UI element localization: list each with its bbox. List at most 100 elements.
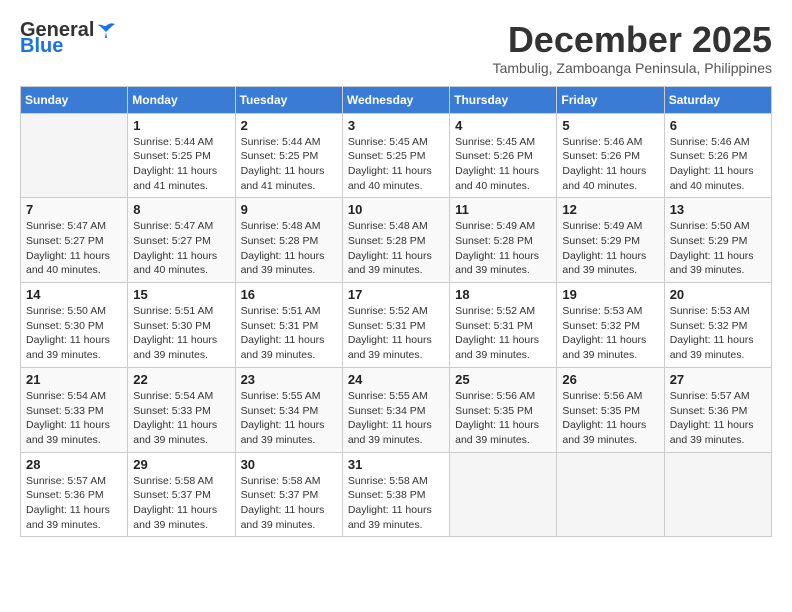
day-info: Sunrise: 5:53 AMSunset: 5:32 PMDaylight:… <box>562 304 658 363</box>
day-info: Sunrise: 5:56 AMSunset: 5:35 PMDaylight:… <box>455 389 551 448</box>
day-number: 27 <box>670 372 766 387</box>
day-info: Sunrise: 5:44 AMSunset: 5:25 PMDaylight:… <box>241 135 337 194</box>
day-number: 19 <box>562 287 658 302</box>
calendar-cell: 11 Sunrise: 5:49 AMSunset: 5:28 PMDayligh… <box>450 198 557 283</box>
day-info: Sunrise: 5:45 AMSunset: 5:26 PMDaylight:… <box>455 135 551 194</box>
calendar-cell: 7 Sunrise: 5:47 AMSunset: 5:27 PMDaylight… <box>21 198 128 283</box>
day-info: Sunrise: 5:57 AMSunset: 5:36 PMDaylight:… <box>26 474 122 533</box>
day-info: Sunrise: 5:48 AMSunset: 5:28 PMDaylight:… <box>241 219 337 278</box>
calendar-week-row: 28 Sunrise: 5:57 AMSunset: 5:36 PMDayligh… <box>21 452 772 537</box>
calendar-cell: 10 Sunrise: 5:48 AMSunset: 5:28 PMDayligh… <box>342 198 449 283</box>
day-info: Sunrise: 5:52 AMSunset: 5:31 PMDaylight:… <box>348 304 444 363</box>
day-of-week-header: Saturday <box>664 86 771 113</box>
calendar-cell: 30 Sunrise: 5:58 AMSunset: 5:37 PMDayligh… <box>235 452 342 537</box>
day-number: 25 <box>455 372 551 387</box>
day-of-week-header: Thursday <box>450 86 557 113</box>
day-number: 14 <box>26 287 122 302</box>
day-info: Sunrise: 5:58 AMSunset: 5:38 PMDaylight:… <box>348 474 444 533</box>
day-info: Sunrise: 5:48 AMSunset: 5:28 PMDaylight:… <box>348 219 444 278</box>
calendar-cell: 4 Sunrise: 5:45 AMSunset: 5:26 PMDaylight… <box>450 113 557 198</box>
day-info: Sunrise: 5:51 AMSunset: 5:30 PMDaylight:… <box>133 304 229 363</box>
day-info: Sunrise: 5:46 AMSunset: 5:26 PMDaylight:… <box>562 135 658 194</box>
day-number: 4 <box>455 118 551 133</box>
day-number: 2 <box>241 118 337 133</box>
calendar-cell <box>664 452 771 537</box>
day-number: 30 <box>241 457 337 472</box>
day-number: 3 <box>348 118 444 133</box>
day-number: 23 <box>241 372 337 387</box>
day-info: Sunrise: 5:51 AMSunset: 5:31 PMDaylight:… <box>241 304 337 363</box>
day-number: 10 <box>348 202 444 217</box>
calendar-cell: 16 Sunrise: 5:51 AMSunset: 5:31 PMDayligh… <box>235 283 342 368</box>
calendar-cell: 26 Sunrise: 5:56 AMSunset: 5:35 PMDayligh… <box>557 367 664 452</box>
day-number: 24 <box>348 372 444 387</box>
day-info: Sunrise: 5:57 AMSunset: 5:36 PMDaylight:… <box>670 389 766 448</box>
calendar-cell <box>450 452 557 537</box>
day-info: Sunrise: 5:50 AMSunset: 5:29 PMDaylight:… <box>670 219 766 278</box>
day-number: 8 <box>133 202 229 217</box>
day-info: Sunrise: 5:44 AMSunset: 5:25 PMDaylight:… <box>133 135 229 194</box>
calendar-cell: 31 Sunrise: 5:58 AMSunset: 5:38 PMDayligh… <box>342 452 449 537</box>
calendar-cell <box>557 452 664 537</box>
calendar-cell: 1 Sunrise: 5:44 AMSunset: 5:25 PMDaylight… <box>128 113 235 198</box>
day-number: 17 <box>348 287 444 302</box>
day-info: Sunrise: 5:54 AMSunset: 5:33 PMDaylight:… <box>133 389 229 448</box>
calendar-cell: 27 Sunrise: 5:57 AMSunset: 5:36 PMDayligh… <box>664 367 771 452</box>
day-number: 11 <box>455 202 551 217</box>
day-number: 21 <box>26 372 122 387</box>
calendar-header-row: SundayMondayTuesdayWednesdayThursdayFrid… <box>21 86 772 113</box>
calendar-cell: 13 Sunrise: 5:50 AMSunset: 5:29 PMDayligh… <box>664 198 771 283</box>
day-info: Sunrise: 5:55 AMSunset: 5:34 PMDaylight:… <box>241 389 337 448</box>
day-number: 31 <box>348 457 444 472</box>
day-number: 26 <box>562 372 658 387</box>
day-info: Sunrise: 5:47 AMSunset: 5:27 PMDaylight:… <box>26 219 122 278</box>
day-info: Sunrise: 5:54 AMSunset: 5:33 PMDaylight:… <box>26 389 122 448</box>
day-number: 28 <box>26 457 122 472</box>
day-number: 15 <box>133 287 229 302</box>
logo: General Blue <box>20 20 116 56</box>
day-number: 29 <box>133 457 229 472</box>
calendar-cell: 18Sunrise: 5:52 AMSunset: 5:31 PMDayligh… <box>450 283 557 368</box>
day-info: Sunrise: 5:53 AMSunset: 5:32 PMDaylight:… <box>670 304 766 363</box>
day-of-week-header: Monday <box>128 86 235 113</box>
day-info: Sunrise: 5:58 AMSunset: 5:37 PMDaylight:… <box>241 474 337 533</box>
day-number: 6 <box>670 118 766 133</box>
calendar-cell: 28 Sunrise: 5:57 AMSunset: 5:36 PMDayligh… <box>21 452 128 537</box>
day-number: 18 <box>455 287 551 302</box>
calendar-table: SundayMondayTuesdayWednesdayThursdayFrid… <box>20 86 772 538</box>
calendar-cell: 29 Sunrise: 5:58 AMSunset: 5:37 PMDayligh… <box>128 452 235 537</box>
calendar-cell: 25 Sunrise: 5:56 AMSunset: 5:35 PMDayligh… <box>450 367 557 452</box>
calendar-cell: 14Sunrise: 5:50 AMSunset: 5:30 PMDayligh… <box>21 283 128 368</box>
location-subtitle: Tambulig, Zamboanga Peninsula, Philippin… <box>493 60 772 76</box>
day-of-week-header: Sunday <box>21 86 128 113</box>
day-number: 16 <box>241 287 337 302</box>
calendar-cell: 21 Sunrise: 5:54 AMSunset: 5:33 PMDayligh… <box>21 367 128 452</box>
calendar-cell: 6 Sunrise: 5:46 AMSunset: 5:26 PMDaylight… <box>664 113 771 198</box>
day-number: 13 <box>670 202 766 217</box>
logo-blue-text: Blue <box>20 36 116 56</box>
calendar-cell: 19 Sunrise: 5:53 AMSunset: 5:32 PMDayligh… <box>557 283 664 368</box>
day-of-week-header: Friday <box>557 86 664 113</box>
day-number: 7 <box>26 202 122 217</box>
calendar-cell <box>21 113 128 198</box>
day-number: 12 <box>562 202 658 217</box>
day-info: Sunrise: 5:45 AMSunset: 5:25 PMDaylight:… <box>348 135 444 194</box>
day-info: Sunrise: 5:58 AMSunset: 5:37 PMDaylight:… <box>133 474 229 533</box>
calendar-cell: 22Sunrise: 5:54 AMSunset: 5:33 PMDayligh… <box>128 367 235 452</box>
day-info: Sunrise: 5:55 AMSunset: 5:34 PMDaylight:… <box>348 389 444 448</box>
day-info: Sunrise: 5:49 AMSunset: 5:29 PMDaylight:… <box>562 219 658 278</box>
calendar-cell: 3 Sunrise: 5:45 AMSunset: 5:25 PMDaylight… <box>342 113 449 198</box>
calendar-cell: 5Sunrise: 5:46 AMSunset: 5:26 PMDaylight… <box>557 113 664 198</box>
day-of-week-header: Tuesday <box>235 86 342 113</box>
calendar-cell: 9Sunrise: 5:48 AMSunset: 5:28 PMDaylight… <box>235 198 342 283</box>
day-number: 1 <box>133 118 229 133</box>
day-info: Sunrise: 5:56 AMSunset: 5:35 PMDaylight:… <box>562 389 658 448</box>
calendar-cell: 8Sunrise: 5:47 AMSunset: 5:27 PMDaylight… <box>128 198 235 283</box>
header: General Blue December 2025 Tambulig, Zam… <box>20 20 772 76</box>
day-of-week-header: Wednesday <box>342 86 449 113</box>
calendar-cell: 2 Sunrise: 5:44 AMSunset: 5:25 PMDaylight… <box>235 113 342 198</box>
day-info: Sunrise: 5:46 AMSunset: 5:26 PMDaylight:… <box>670 135 766 194</box>
day-number: 20 <box>670 287 766 302</box>
day-info: Sunrise: 5:49 AMSunset: 5:28 PMDaylight:… <box>455 219 551 278</box>
calendar-week-row: 1 Sunrise: 5:44 AMSunset: 5:25 PMDaylight… <box>21 113 772 198</box>
